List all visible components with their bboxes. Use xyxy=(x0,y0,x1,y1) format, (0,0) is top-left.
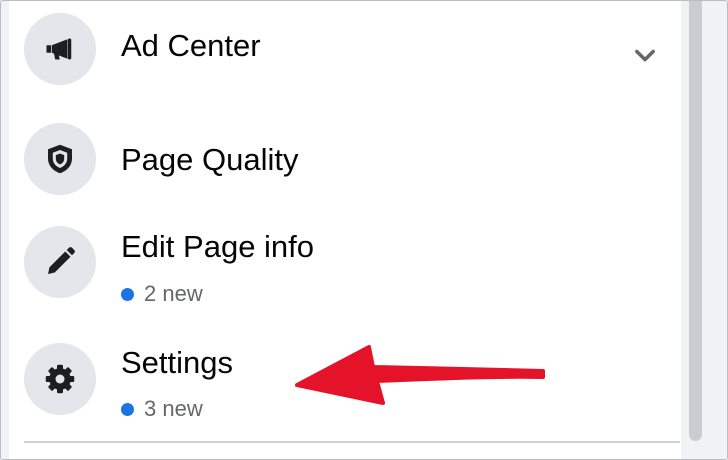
menu-item-page-quality[interactable]: Page Quality xyxy=(9,113,681,213)
blue-dot-icon xyxy=(121,402,134,416)
shield-icon-container xyxy=(24,123,96,195)
megaphone-icon-container xyxy=(24,13,96,85)
app-frame: Ad Center Page Quality Edit Page info 2 … xyxy=(0,0,728,460)
menu-item-ad-center[interactable]: Ad Center xyxy=(9,1,681,113)
gear-icon xyxy=(45,364,75,394)
pencil-icon-container xyxy=(24,226,96,298)
page-menu-panel: Ad Center Page Quality Edit Page info 2 … xyxy=(9,1,681,459)
menu-item-label-edit-page-info: Edit Page info xyxy=(121,229,315,264)
menu-item-label-ad-center: Ad Center xyxy=(121,28,261,63)
menu-item-label-page-quality: Page Quality xyxy=(121,142,299,177)
badge-text: 2 new xyxy=(144,281,203,306)
scrollbar-thumb[interactable] xyxy=(689,1,702,441)
pencil-icon xyxy=(48,247,75,274)
chevron-down-icon[interactable] xyxy=(631,41,659,69)
badge-text: 3 new xyxy=(144,396,203,421)
section-divider xyxy=(24,441,680,443)
shield-icon xyxy=(48,144,72,174)
gear-icon-container xyxy=(24,343,96,415)
notification-badge: 2 new xyxy=(121,281,203,307)
menu-item-settings[interactable]: Settings 3 new xyxy=(9,329,681,441)
menu-item-edit-page-info[interactable]: Edit Page info 2 new xyxy=(9,213,681,329)
notification-badge: 3 new xyxy=(121,396,203,422)
blue-dot-icon xyxy=(121,287,134,301)
menu-item-label-settings: Settings xyxy=(121,345,234,380)
megaphone-icon xyxy=(46,38,72,60)
